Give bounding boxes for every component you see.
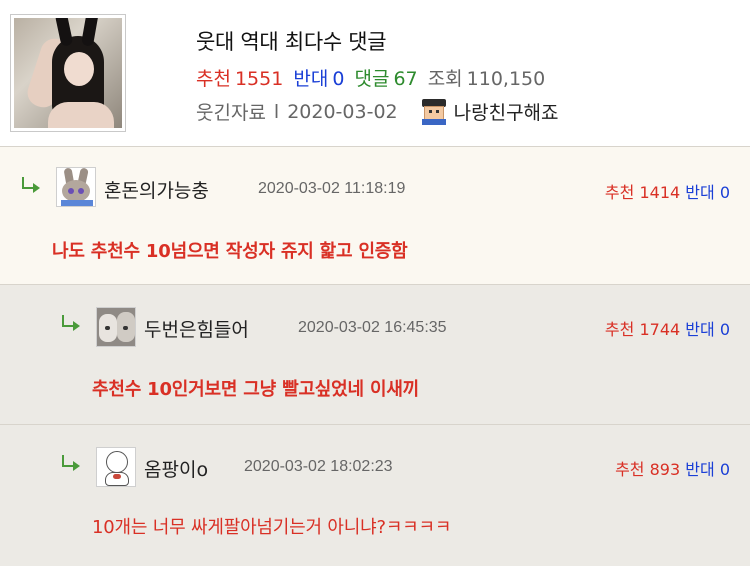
comment-oppose-label: 반대 bbox=[685, 183, 715, 202]
comment-text: 10개는 너무 싸게팔아넘기는거 아니냐?ㅋㅋㅋㅋ bbox=[92, 517, 452, 538]
comment-item: 혼돈의가능충 2020-03-02 11:18:19 추천 1414 반대 0 … bbox=[0, 146, 750, 284]
post-title[interactable]: 웃대 역대 최다수 댓글 bbox=[196, 26, 387, 56]
post-meta: 웃긴자료 l 2020-03-02 나랑친구해죠 bbox=[196, 98, 559, 125]
rabbit-avatar-icon[interactable] bbox=[56, 167, 96, 207]
comment-recommend-label: 추천 bbox=[604, 320, 635, 339]
post-category[interactable]: 웃긴자료 bbox=[196, 98, 266, 125]
reply-arrow-icon bbox=[60, 455, 82, 473]
comment-item: 두번은힘들어 2020-03-02 16:45:35 추천 1744 반대 0 … bbox=[0, 284, 750, 424]
comment-label: 댓글 bbox=[354, 68, 390, 90]
comment-votes: 추천 1744 반대 0 bbox=[605, 316, 730, 340]
comment-text: 나도 추천수 10넘으면 작성자 쥬지 핥고 인증함 bbox=[52, 241, 408, 262]
comment-recommend-count: 1414 bbox=[639, 183, 681, 202]
post-author[interactable]: 나랑친구해죠 bbox=[454, 98, 559, 125]
comment-recommend-label: 추천 bbox=[615, 460, 645, 479]
oppose-label: 반대 bbox=[293, 68, 329, 90]
doll-avatar-icon[interactable] bbox=[96, 447, 136, 487]
comment-timestamp: 2020-03-02 11:18:19 bbox=[258, 180, 406, 197]
meta-separator: l bbox=[273, 100, 280, 123]
reply-arrow-icon bbox=[60, 315, 82, 333]
comment-nickname[interactable]: 두번은힘들어 bbox=[144, 315, 249, 342]
comment-oppose-label: 반대 bbox=[685, 320, 715, 339]
comment-recommend-count: 1744 bbox=[639, 320, 681, 339]
recommend-count: 1551 bbox=[234, 68, 284, 90]
post-thumbnail[interactable] bbox=[10, 14, 126, 132]
comment-nickname[interactable]: 옴팡이o bbox=[144, 455, 208, 482]
comment-oppose-count: 0 bbox=[719, 320, 730, 339]
comment-text: 추천수 10인거보면 그냥 빨고싶었네 이새끼 bbox=[92, 379, 420, 400]
comment-count: 67 bbox=[393, 68, 418, 90]
comment-oppose-label: 반대 bbox=[685, 460, 715, 479]
post-thumbnail-image bbox=[14, 18, 122, 128]
pixel-character-icon bbox=[420, 98, 448, 125]
comment-timestamp: 2020-03-02 16:45:35 bbox=[298, 319, 447, 336]
oppose-count: 0 bbox=[332, 68, 345, 90]
post-stats: 추천 1551 반대 0 댓글 67 조회 110,150 bbox=[196, 64, 549, 91]
post-header: 웃대 역대 최다수 댓글 추천 1551 반대 0 댓글 67 조회 110,150 웃… bbox=[0, 0, 750, 146]
comment-recommend-count: 893 bbox=[649, 460, 681, 479]
comment-item: 옴팡이o 2020-03-02 18:02:23 추천 893 반대 0 10개… bbox=[0, 424, 750, 566]
reply-arrow-icon bbox=[20, 177, 42, 195]
post-date: 2020-03-02 bbox=[287, 100, 398, 123]
views-label: 조회 bbox=[427, 68, 463, 90]
dogs-avatar-icon[interactable] bbox=[96, 307, 136, 347]
comment-oppose-count: 0 bbox=[719, 183, 730, 202]
comment-oppose-count: 0 bbox=[719, 460, 730, 479]
comment-nickname[interactable]: 혼돈의가능충 bbox=[104, 176, 209, 203]
comment-timestamp: 2020-03-02 18:02:23 bbox=[244, 458, 393, 475]
comment-votes: 추천 1414 반대 0 bbox=[605, 179, 730, 203]
recommend-label: 추천 bbox=[196, 68, 231, 90]
comment-votes: 추천 893 반대 0 bbox=[615, 456, 730, 480]
comment-recommend-label: 추천 bbox=[604, 183, 635, 202]
views-count: 110,150 bbox=[466, 68, 546, 90]
